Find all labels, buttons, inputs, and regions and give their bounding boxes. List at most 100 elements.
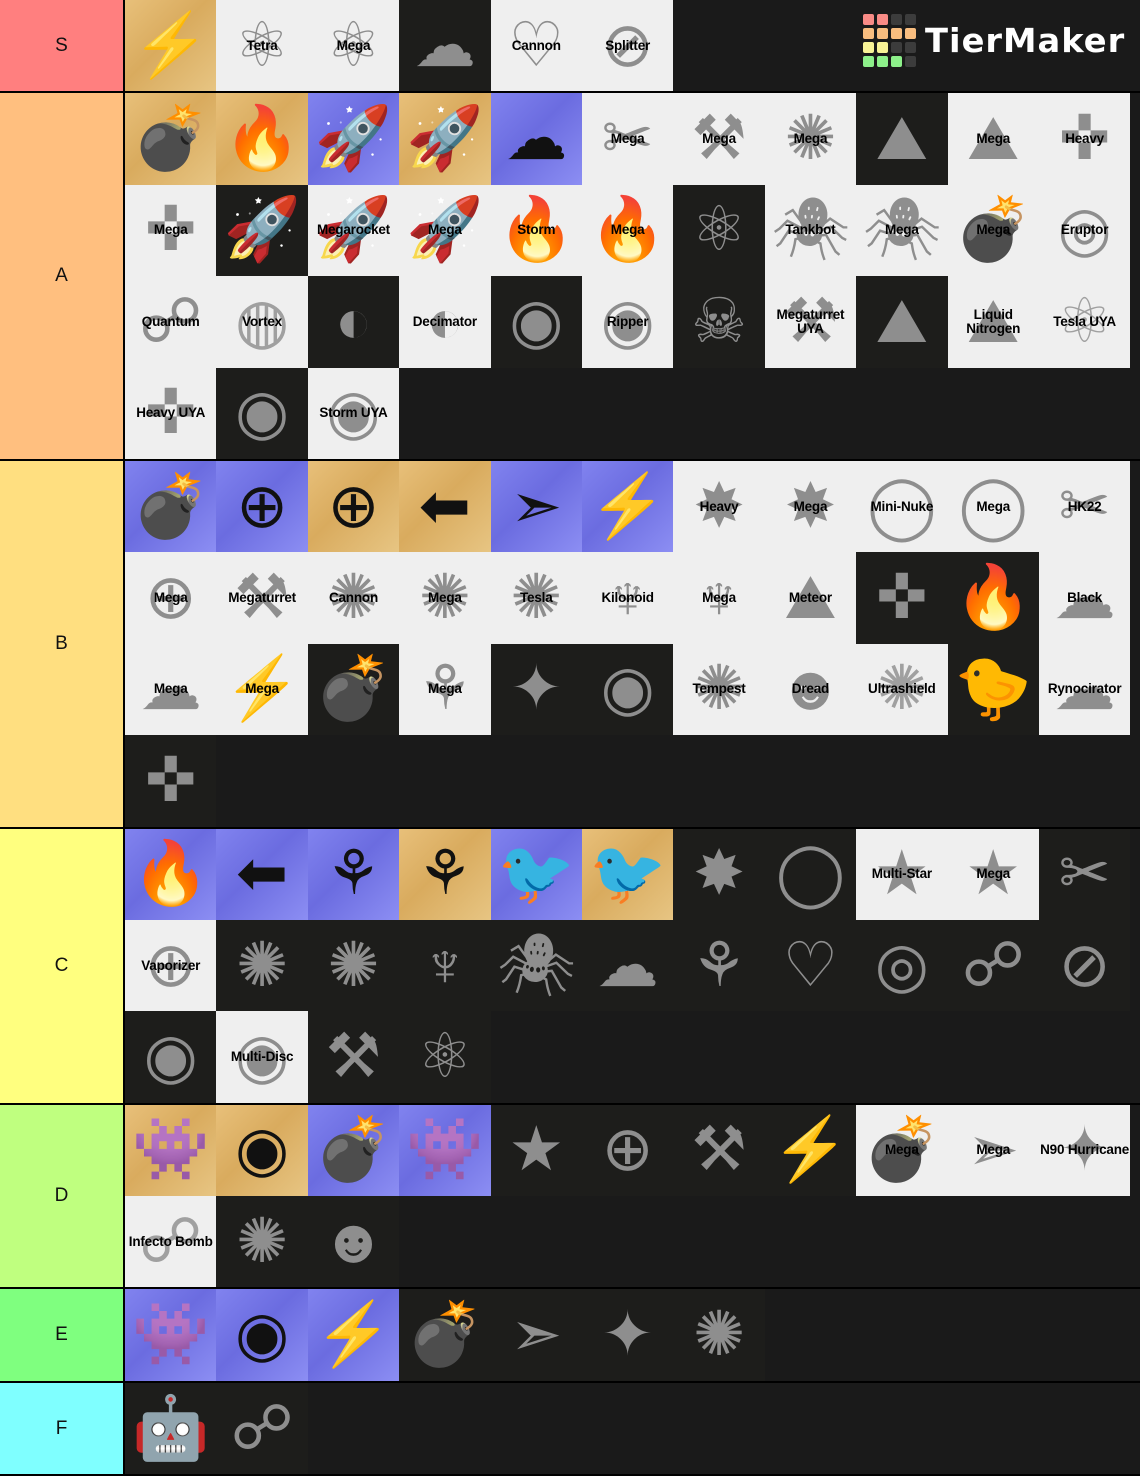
tier-item[interactable]: ⚘ — [307, 828, 400, 920]
tier-item[interactable]: 🔥 — [216, 93, 308, 185]
tier-empty-slot[interactable] — [673, 735, 764, 826]
tier-item[interactable]: ♆ Kilonoid — [581, 552, 674, 644]
tier-item[interactable]: ☁ Black — [1038, 552, 1131, 644]
tier-item[interactable]: ⚒ — [307, 1011, 400, 1103]
tier-item[interactable]: ⊕ — [216, 460, 308, 553]
tier-empty-slot[interactable] — [765, 0, 856, 91]
tier-empty-slot[interactable] — [765, 735, 856, 826]
tier-item[interactable]: ⊘ — [1038, 919, 1131, 1012]
tier-item[interactable]: ☻ Dread — [764, 643, 857, 736]
tier-empty-slot[interactable] — [1039, 1383, 1130, 1474]
tier-label-a[interactable]: A — [0, 93, 125, 459]
tier-empty-slot[interactable] — [1039, 1289, 1130, 1380]
tier-empty-slot[interactable] — [765, 1011, 856, 1102]
tier-item[interactable]: ☁ — [399, 0, 491, 92]
tier-item[interactable]: ⊕ Mega — [125, 552, 217, 644]
tier-empty-slot[interactable] — [673, 1196, 764, 1287]
tier-empty-slot[interactable] — [491, 1383, 582, 1474]
tier-item[interactable]: ✦ — [581, 1289, 674, 1381]
tier-item[interactable]: ◉ — [490, 276, 582, 368]
tier-label-s[interactable]: S — [0, 0, 125, 92]
tier-item[interactable]: ⚡ Mega — [216, 643, 308, 736]
tier-empty-slot[interactable] — [582, 368, 673, 459]
tier-item[interactable]: 🚀 — [399, 93, 491, 185]
tier-empty-slot[interactable] — [948, 1289, 1039, 1380]
tier-empty-slot[interactable] — [948, 735, 1039, 826]
tier-item[interactable]: ☍ — [216, 1382, 308, 1475]
tier-label-b[interactable]: B — [0, 460, 125, 827]
tier-label-d[interactable]: D — [0, 1104, 125, 1288]
tier-item[interactable]: 🔥 — [947, 552, 1039, 644]
tier-item[interactable]: ◉ — [581, 643, 674, 736]
tier-item[interactable]: ◎ — [856, 919, 948, 1012]
tier-empty-slot[interactable] — [582, 1011, 673, 1102]
tier-item[interactable]: 💣 — [399, 1289, 491, 1381]
tier-item[interactable]: 💣 — [125, 93, 217, 185]
tier-empty-slot[interactable] — [856, 735, 947, 826]
tier-item[interactable]: ⚘ Mega — [399, 643, 491, 736]
tier-item[interactable]: ✜ Heavy UYA — [125, 367, 217, 459]
tier-item[interactable]: 💣 — [125, 460, 217, 553]
tier-item[interactable]: ★ Mega — [947, 828, 1039, 920]
tier-label-f[interactable]: F — [0, 1382, 125, 1475]
tier-item[interactable]: ◯ — [764, 828, 857, 920]
tier-item[interactable]: ◯ Mega — [947, 460, 1039, 553]
tier-item[interactable]: ⚡ — [125, 0, 217, 92]
tier-item[interactable]: ✺ — [307, 919, 400, 1012]
tier-item[interactable]: ⚛ Tetra — [216, 0, 308, 92]
tier-item[interactable]: ✦ — [490, 643, 582, 736]
tier-empty-slot[interactable] — [948, 1011, 1039, 1102]
tier-item[interactable]: ☁ Mega — [125, 643, 217, 736]
tier-empty-slot[interactable] — [856, 1011, 947, 1102]
tier-item[interactable]: ✦ N90 Hurricane — [1038, 1104, 1131, 1197]
tier-empty-slot[interactable] — [856, 1289, 947, 1380]
tier-item[interactable]: 💣 Mega — [856, 1104, 948, 1197]
tier-empty-slot[interactable] — [765, 368, 856, 459]
tier-item[interactable]: ⚡ — [307, 1289, 400, 1381]
tier-item[interactable]: ⛰ Mega — [947, 93, 1039, 185]
tier-item[interactable]: 🕷 Mega — [856, 184, 948, 277]
tier-empty-slot[interactable] — [948, 368, 1039, 459]
tier-item[interactable]: ✺ Cannon — [307, 552, 400, 644]
tier-item[interactable]: ✸ — [673, 828, 765, 920]
tier-item[interactable]: ⚘ — [399, 828, 491, 920]
tier-item[interactable]: ★ Multi-Star — [856, 828, 948, 920]
tier-item[interactable]: ⚡ — [581, 460, 674, 553]
tier-item[interactable]: 💣 — [307, 1104, 400, 1197]
tier-empty-slot[interactable] — [216, 735, 307, 826]
tier-item[interactable]: 🐦 — [490, 828, 582, 920]
tier-item[interactable]: ➣ — [490, 460, 582, 553]
tier-item[interactable]: ⚒ — [673, 1104, 765, 1197]
tier-item[interactable]: ✜ — [125, 735, 217, 827]
tier-item[interactable]: ✜ Heavy — [1038, 93, 1131, 185]
tier-item[interactable]: ⛰ Meteor — [764, 552, 857, 644]
tier-item[interactable]: 🔥 Mega — [581, 184, 674, 277]
tier-label-e[interactable]: E — [0, 1289, 125, 1381]
tier-item[interactable]: ♆ Mega — [673, 552, 765, 644]
tier-item[interactable]: ◯ Mini-Nuke — [856, 460, 948, 553]
tier-empty-slot[interactable] — [856, 1383, 947, 1474]
tier-item[interactable]: 🕷 Tankbot — [764, 184, 857, 277]
tier-item[interactable]: ☍ Quantum — [125, 276, 217, 368]
tier-empty-slot[interactable] — [582, 1383, 673, 1474]
tier-item[interactable]: ☻ — [307, 1196, 400, 1288]
tier-item[interactable]: 🚀 — [307, 93, 400, 185]
tier-empty-slot[interactable] — [399, 368, 490, 459]
tier-item[interactable]: ◎ Eruptor — [1038, 184, 1131, 277]
tier-item[interactable]: ☍ — [947, 919, 1039, 1012]
tier-item[interactable]: 🚀 — [216, 184, 308, 277]
tier-item[interactable]: ☍ Infecto Bomb — [125, 1196, 217, 1288]
tier-item[interactable]: ⚒ Megaturret — [216, 552, 308, 644]
tier-empty-slot[interactable] — [673, 1011, 764, 1102]
tier-item[interactable]: ♡ — [764, 919, 857, 1012]
tier-item[interactable]: ⚒ Megaturret UYA — [764, 276, 857, 368]
tier-empty-slot[interactable] — [491, 368, 582, 459]
tier-item[interactable]: ◉ Storm UYA — [307, 367, 400, 459]
tier-item[interactable]: ✺ — [216, 1196, 308, 1288]
tier-item[interactable]: ✂ Mega — [581, 93, 674, 185]
tier-empty-slot[interactable] — [308, 735, 399, 826]
tier-item[interactable]: ⊕ Vaporizer — [125, 919, 217, 1012]
tier-empty-slot[interactable] — [673, 1383, 764, 1474]
tier-empty-slot[interactable] — [491, 1011, 582, 1102]
tier-item[interactable]: ✜ Mega — [125, 184, 217, 277]
